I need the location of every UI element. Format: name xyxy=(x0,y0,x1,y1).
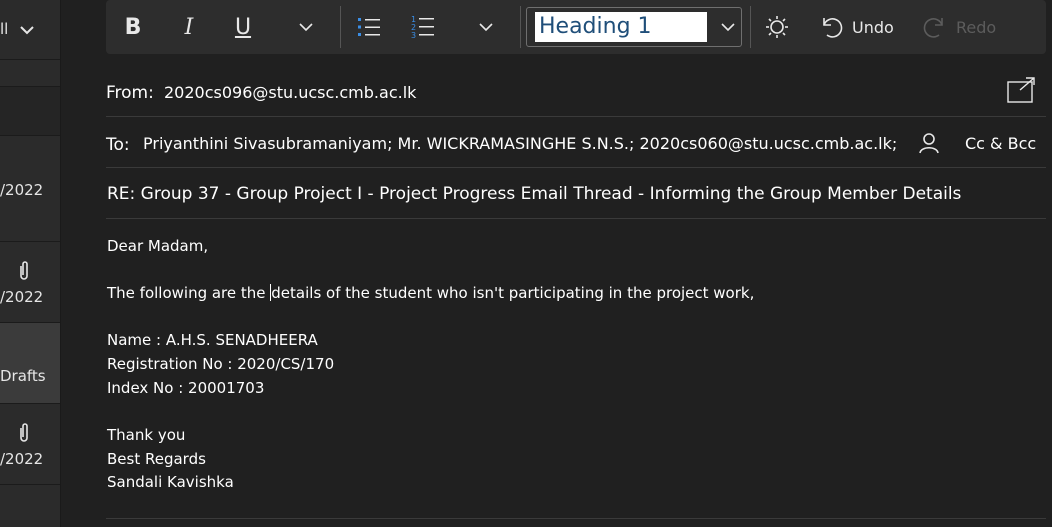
undo-label: Undo xyxy=(852,17,894,37)
chevron-down-icon xyxy=(721,23,735,32)
style-dropdown-value: Heading 1 xyxy=(535,12,707,42)
toolbar-divider xyxy=(340,6,341,48)
underline-icon: U xyxy=(234,14,252,40)
style-dropdown[interactable]: Heading 1 xyxy=(526,7,742,47)
chevron-down-icon xyxy=(299,23,313,32)
subject-field[interactable]: RE: Group 37 - Group Project I - Project… xyxy=(107,184,961,204)
italic-button[interactable]: I xyxy=(176,12,202,42)
body-line-start: The following are the xyxy=(107,284,271,302)
from-field[interactable]: 2020cs096@stu.ucsc.cmb.ac.lk xyxy=(164,83,416,102)
list-item-date: /2022 xyxy=(0,450,44,468)
folder-header-row[interactable]: ll xyxy=(0,0,60,60)
redo-label: Redo xyxy=(956,17,997,37)
bold-button[interactable]: B xyxy=(120,12,146,42)
more-paragraph-options-button[interactable] xyxy=(474,12,498,42)
from-row: From: 2020cs096@stu.ucsc.cmb.ac.lk xyxy=(106,66,1046,116)
bold-icon: B xyxy=(124,14,142,40)
from-label: From: xyxy=(106,83,154,103)
svg-text:3: 3 xyxy=(411,31,416,40)
styles-button[interactable] xyxy=(762,12,792,42)
to-label: To: xyxy=(106,135,130,155)
thanks-line: Thank you xyxy=(107,426,186,444)
redo-icon xyxy=(923,18,943,38)
list-item-date: /2022 xyxy=(0,181,44,199)
mail-list-pane: ll /2022 /2022 Drafts /2022 xyxy=(0,0,61,527)
list-item[interactable]: /2022 xyxy=(0,136,60,242)
contact-person-icon[interactable] xyxy=(918,131,940,160)
signature-line: Sandali Kavishka xyxy=(107,473,234,491)
bullet-list-button[interactable] xyxy=(354,12,384,42)
bullet-list-icon xyxy=(358,18,380,36)
list-item[interactable]: /2022 xyxy=(0,404,60,485)
chevron-down-icon[interactable] xyxy=(20,22,34,40)
chevron-down-icon xyxy=(479,23,493,32)
more-font-options-button[interactable] xyxy=(294,12,318,42)
list-item-selected[interactable]: Drafts xyxy=(0,323,60,404)
toolbar-divider xyxy=(750,6,751,48)
divider xyxy=(106,518,1046,519)
subject-row: RE: Group 37 - Group Project I - Project… xyxy=(106,168,1046,219)
registration-line: Registration No : 2020/CS/170 xyxy=(107,355,335,373)
formatting-toolbar: B I U 1 2 3 Heading 1 Undo Redo xyxy=(106,0,1046,54)
numbered-list-icon: 1 2 3 xyxy=(411,15,434,40)
redo-button: Redo xyxy=(922,12,996,42)
to-row: To: Priyanthini Sivasubramaniyam; Mr. WI… xyxy=(106,116,1046,168)
underline-button[interactable]: U xyxy=(230,12,256,42)
undo-icon xyxy=(823,18,843,38)
paperclip-icon xyxy=(17,422,31,449)
greeting-line: Dear Madam, xyxy=(107,237,209,255)
paperclip-icon xyxy=(17,260,31,287)
list-item[interactable]: /2022 xyxy=(0,242,60,323)
sun-icon xyxy=(766,16,788,38)
list-item[interactable] xyxy=(0,86,60,136)
regards-line: Best Regards xyxy=(107,450,206,468)
list-item-date: /2022 xyxy=(0,288,44,306)
toolbar-divider xyxy=(520,6,521,48)
drafts-label: Drafts xyxy=(0,367,46,385)
pop-out-icon[interactable] xyxy=(1006,76,1036,109)
numbered-list-button[interactable]: 1 2 3 xyxy=(408,12,438,42)
folder-header-label: ll xyxy=(0,20,9,38)
body-line-end: details of the student who isn't partici… xyxy=(271,284,755,302)
to-field[interactable]: Priyanthini Sivasubramaniyam; Mr. WICKRA… xyxy=(143,134,897,153)
undo-button[interactable]: Undo xyxy=(818,12,894,42)
cc-bcc-button[interactable]: Cc & Bcc xyxy=(965,134,1036,153)
name-line: Name : A.H.S. SENADHEERA xyxy=(107,331,318,349)
italic-icon: I xyxy=(184,14,194,40)
index-line: Index No : 20001703 xyxy=(107,379,265,397)
body-line: The following are the details of the stu… xyxy=(107,284,754,302)
